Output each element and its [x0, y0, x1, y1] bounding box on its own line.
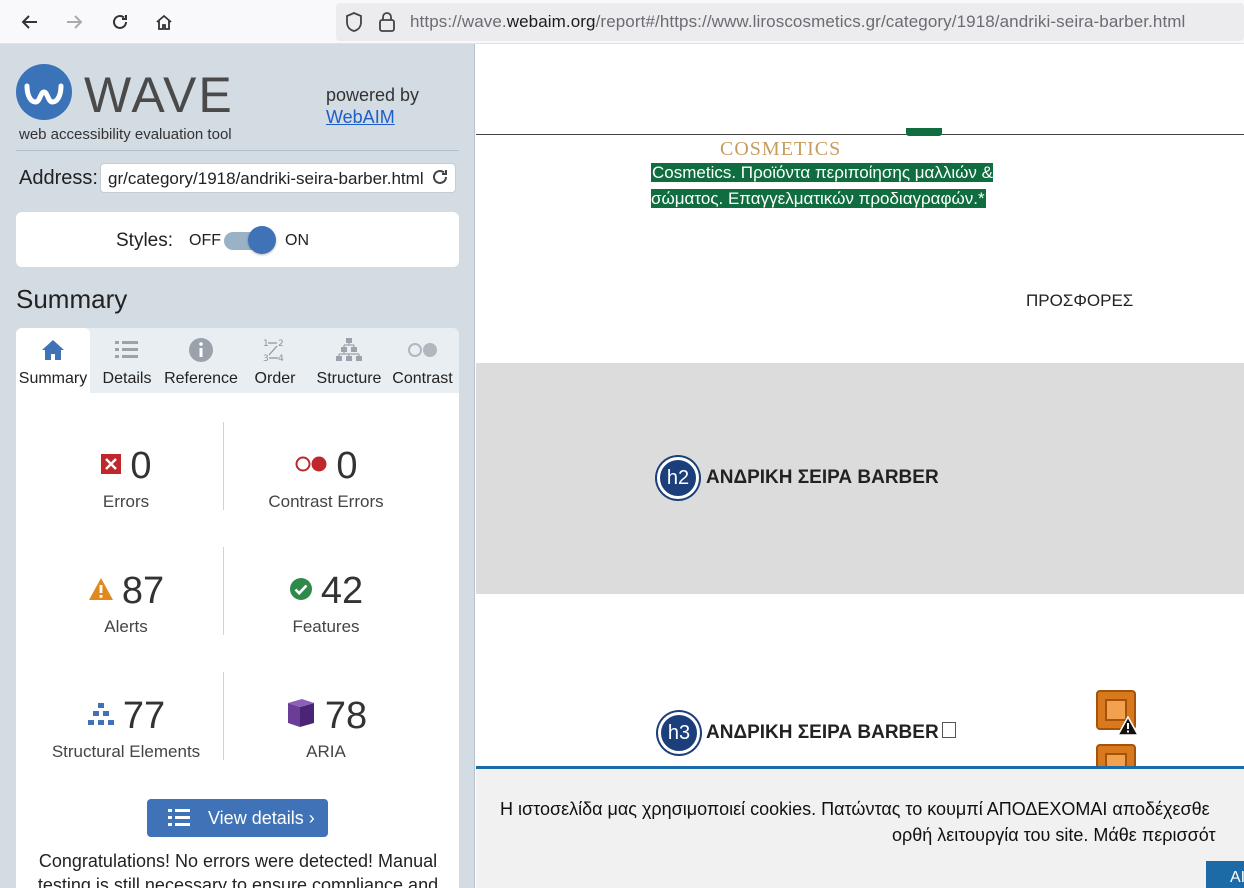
svg-text:4: 4: [278, 354, 284, 363]
site-logo-text[interactable]: COSMETICS: [720, 138, 841, 161]
forward-icon[interactable]: [60, 8, 88, 36]
svg-text:3: 3: [263, 354, 269, 363]
summary-panel: 0 Errors 0 Contrast Errors 87 Alerts 42 …: [16, 393, 459, 888]
refresh-icon[interactable]: [431, 167, 449, 192]
reload-icon[interactable]: [106, 8, 134, 36]
category-heading: ΑΝΔΡΙΚΗ ΣΕΙΡΑ BARBER: [706, 467, 939, 488]
back-icon[interactable]: [16, 8, 44, 36]
styles-on-label: ON: [285, 232, 309, 249]
tab-structure[interactable]: Structure: [312, 328, 386, 393]
cookie-accept-button[interactable]: AI: [1206, 861, 1244, 888]
structure-icon: [87, 702, 115, 731]
styles-panel: Styles: OFF ON: [16, 212, 459, 267]
stat-features[interactable]: 42 Features: [226, 570, 426, 637]
lock-icon[interactable]: [378, 11, 396, 38]
panel-title: Summary: [16, 284, 128, 314]
list-icon: [167, 807, 191, 834]
tab-order[interactable]: 1234 Order: [238, 328, 312, 393]
contrast-error-icon: [294, 454, 328, 479]
alert-icon: [88, 577, 114, 606]
address-label: Address:: [19, 167, 98, 189]
stat-aria[interactable]: 78 ARIA: [226, 695, 426, 762]
divider: [16, 150, 459, 151]
browser-toolbar: https://wave.webaim.org/report#/https://…: [0, 0, 1244, 44]
view-details-button[interactable]: View details ›: [147, 799, 328, 837]
powered-by: powered by WebAIM: [326, 85, 420, 127]
list-icon: [90, 338, 164, 362]
stat-structural-elements[interactable]: 77 Structural Elements: [26, 695, 226, 762]
shield-icon[interactable]: [344, 11, 364, 38]
site-description: Cosmetics. Προϊόντα περιποίησης μαλλιών …: [651, 163, 993, 208]
tab-details[interactable]: Details: [90, 328, 164, 393]
styles-off-label: OFF: [189, 232, 221, 249]
feature-icon: [289, 577, 313, 606]
evaluated-page: COSMETICS Cosmetics. Προϊόντα περιποίηση…: [476, 44, 1244, 888]
webaim-link[interactable]: WebAIM: [326, 107, 395, 127]
tab-contrast[interactable]: Contrast: [386, 328, 459, 393]
home-icon[interactable]: [150, 8, 178, 36]
svg-text:2: 2: [278, 339, 284, 349]
contrast-icon: [386, 338, 459, 362]
cookie-banner: Η ιστοσελίδα μας χρησιμοποιεί cookies. Π…: [476, 766, 1244, 888]
stat-alerts[interactable]: 87 Alerts: [26, 570, 226, 637]
address-input[interactable]: gr/category/1918/andriki-seira-barber.ht…: [100, 163, 456, 193]
congrats-message: Congratulations! No errors were detected…: [37, 851, 439, 888]
structure-icon: [312, 338, 386, 362]
home-icon: [16, 338, 90, 362]
site-header: [476, 44, 1244, 135]
tab-summary[interactable]: Summary: [16, 328, 90, 393]
address-value[interactable]: gr/category/1918/andriki-seira-barber.ht…: [108, 169, 424, 189]
subcategory-heading: ΑΝΔΡΙΚΗ ΣΕΙΡΑ BARBER: [706, 722, 939, 743]
wave-logo-icon: [16, 64, 72, 120]
cookie-text: Η ιστοσελίδα μας χρησιμοποιεί cookies. Π…: [500, 799, 1210, 819]
order-icon: 1234: [238, 338, 312, 363]
info-icon: [164, 338, 238, 362]
styles-label: Styles:: [116, 230, 174, 251]
logo-fragment: [906, 128, 942, 136]
svg-text:1: 1: [263, 339, 269, 349]
wave-logo-word: WAVE: [84, 67, 234, 123]
tab-reference[interactable]: Reference: [164, 328, 238, 393]
warning-icon: [1116, 715, 1140, 741]
styles-toggle-knob[interactable]: [248, 226, 276, 254]
error-icon: [100, 453, 122, 480]
h3-badge[interactable]: h3: [658, 712, 700, 754]
wave-sidebar: WAVE web accessibility evaluation tool p…: [0, 44, 475, 888]
aria-icon: [285, 698, 317, 735]
missing-glyph-icon: [942, 722, 956, 738]
cookie-text: ορθή λειτουργία του site. Μάθε περισσότ: [892, 825, 1216, 845]
h2-badge[interactable]: h2: [657, 457, 699, 499]
wave-tagline: web accessibility evaluation tool: [19, 126, 232, 143]
url-text[interactable]: https://wave.webaim.org/report#/https://…: [410, 12, 1185, 32]
stat-contrast-errors[interactable]: 0 Contrast Errors: [226, 445, 426, 512]
nav-offers[interactable]: ΠΡΟΣΦΟΡΕΣ: [1026, 291, 1133, 311]
stat-errors[interactable]: 0 Errors: [26, 445, 226, 512]
tab-bar: Summary Details Reference 1234 Order Str…: [16, 328, 459, 393]
